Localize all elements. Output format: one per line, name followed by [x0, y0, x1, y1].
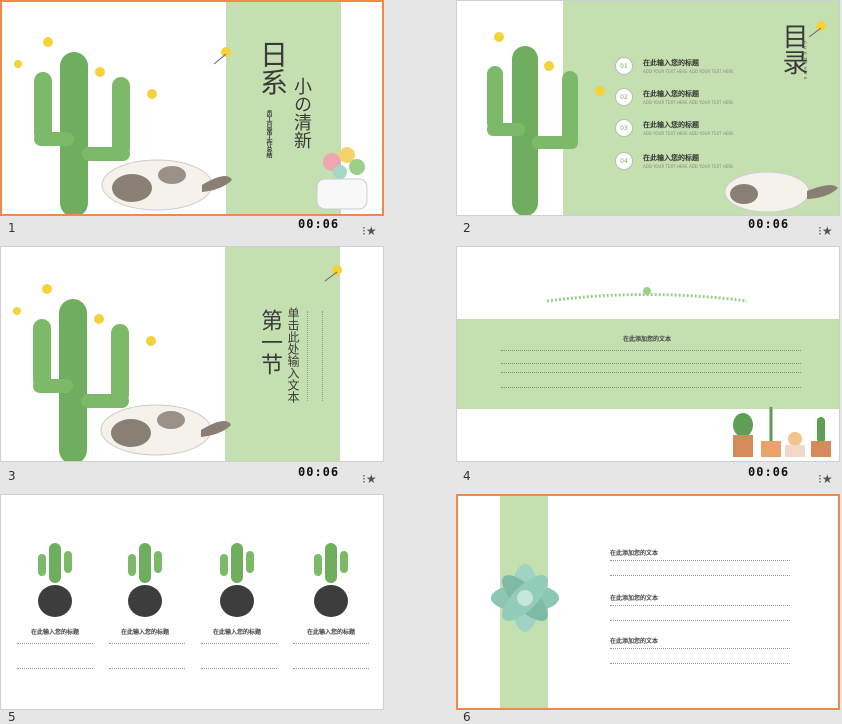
slide-thumbnail-4[interactable]: 在此添加您的文本: [456, 246, 840, 462]
caption-3: 在此输入您的标题: [213, 629, 262, 636]
slide-number: 2: [463, 221, 471, 235]
toc-title-4: 在此输入您的标题: [643, 154, 699, 162]
grass-decoration: [547, 287, 747, 303]
bird-icon: [808, 21, 826, 38]
caption-body-4: [293, 643, 369, 669]
slide-duration: 00:06: [748, 217, 790, 231]
potted-plants-illustration: [733, 407, 831, 457]
content-body-3: [610, 648, 790, 664]
toc-sub-2: ADD YOUR TEXT HERE ADD YOUR TEXT HERE: [643, 100, 734, 105]
section-subtitle: 单击此处输入文本: [286, 307, 300, 403]
caption-4: 在此输入您的标题: [307, 629, 356, 636]
cover-subtitle: 员工日常工作总结: [265, 110, 272, 158]
slide-thumbnail-3[interactable]: 第一节 单击此处输入文本: [0, 246, 384, 462]
toc-number-3: 03: [615, 119, 633, 137]
content-body-1: [610, 560, 790, 576]
cat-illustration: [100, 404, 231, 456]
toc-sub-4: ADD YOUR TEXT HERE ADD YOUR TEXT HERE: [643, 164, 734, 169]
succulent-illustration: [491, 564, 559, 632]
slide-number: 1: [8, 221, 16, 235]
toc-number-1: 01: [615, 57, 633, 75]
caption-body-2: [109, 643, 185, 669]
cactus-pot-illustration: [314, 543, 348, 617]
cactus-pot-illustration: [220, 543, 254, 617]
cat-illustration: [101, 159, 232, 211]
caption-2: 在此输入您的标题: [121, 629, 170, 636]
toc-title-1: 在此输入您的标题: [643, 59, 699, 67]
slide-duration: 00:06: [298, 465, 340, 479]
bird-icon: [213, 47, 231, 65]
toc-title-2: 在此输入您的标题: [643, 90, 699, 98]
slide-thumbnail-5[interactable]: 在此输入您的标题 在此输入您的标题 在此输入您的标题 在此输入您的标题: [0, 494, 384, 710]
slide-thumbnail-6[interactable]: 在此添加您的文本 在此添加您的文本 在此添加您的文本: [456, 494, 840, 710]
cat-illustration: [724, 171, 838, 213]
caption-1: 在此输入您的标题: [31, 629, 80, 636]
star-icon[interactable]: ⁝★: [362, 472, 377, 486]
content-heading-1: 在此添加您的文本: [610, 550, 659, 557]
slide-number: 5: [8, 710, 16, 724]
toc-number-2: 02: [615, 88, 633, 106]
slide-thumbnail-2[interactable]: 01 02 03 04 在此输入您的标题 ADD YOUR TEXT HERE …: [456, 0, 840, 216]
section-body-lines: [307, 311, 323, 401]
content-heading-3: 在此添加您的文本: [610, 638, 659, 645]
slide-duration: 00:06: [298, 217, 340, 231]
cover-title-main: 日系: [256, 40, 289, 96]
cactus-illustration: [487, 32, 605, 215]
content-paragraph-1: [501, 350, 801, 364]
star-icon[interactable]: ⁝★: [362, 224, 377, 238]
toc-sub-1: ADD YOUR TEXT HERE ADD YOUR TEXT HERE: [643, 69, 734, 74]
slide-number: 4: [463, 469, 471, 483]
cover-title-sub: 小の清新: [291, 77, 312, 149]
star-icon[interactable]: ⁝★: [818, 472, 833, 486]
slide-number: 3: [8, 469, 16, 483]
cactus-pot-illustration: [128, 543, 162, 617]
content-body-2: [610, 605, 790, 621]
toc-number-4: 04: [615, 152, 633, 170]
toc-contents-label: CONTENTS: [803, 41, 808, 82]
slide-thumbnail-1[interactable]: 日系 小の清新 员工日常工作总结: [0, 0, 384, 216]
section-title: 第一节: [257, 309, 282, 375]
content-heading: 在此添加您的文本: [623, 336, 672, 343]
star-icon[interactable]: ⁝★: [818, 224, 833, 238]
slide-number: 6: [463, 710, 471, 724]
green-band: [457, 319, 839, 409]
caption-body-3: [201, 643, 277, 669]
slide-duration: 00:06: [748, 465, 790, 479]
content-paragraph-2: [501, 372, 801, 388]
cactus-pot-illustration: [38, 543, 72, 617]
succulent-pot-illustration: [316, 147, 368, 210]
toc-sub-3: ADD YOUR TEXT HERE ADD YOUR TEXT HERE: [643, 131, 734, 136]
toc-title-3: 在此输入您的标题: [643, 121, 699, 129]
content-heading-2: 在此添加您的文本: [610, 595, 659, 602]
bird-icon: [324, 265, 342, 282]
caption-body-1: [17, 643, 93, 669]
